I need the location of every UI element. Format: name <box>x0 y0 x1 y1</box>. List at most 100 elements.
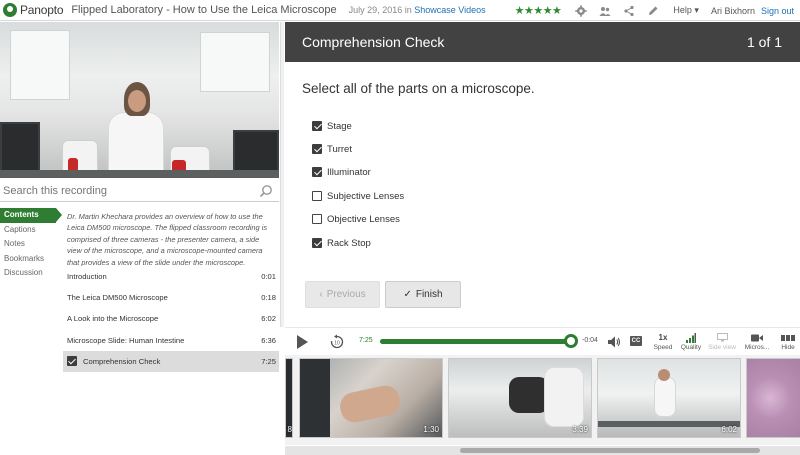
thumbnail[interactable]: 1:30 <box>299 358 443 438</box>
folder-link[interactable]: Showcase Videos <box>414 5 485 15</box>
quiz-option[interactable]: Objective Lenses <box>312 212 400 226</box>
toc-entry-time: 6:02 <box>261 314 276 324</box>
toc-entry-time: 0:01 <box>261 272 276 281</box>
toc-entry-title: Microscope Slide: Human Intestine <box>67 335 185 345</box>
header-actions: ★★★★★ Help ▾ Ari Bixhorn Sign out <box>515 0 794 21</box>
side-view-label: Side view <box>708 344 736 351</box>
monitor-icon <box>707 331 737 344</box>
thumbnail[interactable]: 3:39 <box>448 358 592 438</box>
thumbnail-duration: 6:02 <box>721 425 737 434</box>
presenter-image <box>658 369 670 381</box>
volume-icon[interactable] <box>607 335 621 349</box>
speed-value: 1x <box>658 333 668 342</box>
tab-discussion[interactable]: Discussion <box>0 266 62 281</box>
quality-control[interactable]: Quality <box>678 331 704 351</box>
eyepiece-image <box>509 377 549 413</box>
presenter-figure <box>108 112 164 174</box>
checkbox[interactable] <box>312 191 322 201</box>
toc-entry[interactable]: The Leica DM500 Microscope 0:18 <box>63 287 279 308</box>
pencil-icon[interactable] <box>646 4 660 18</box>
toc-entry[interactable]: Microscope Slide: Human Intestine 6:36 <box>63 330 279 351</box>
quiz-option[interactable]: Subjective Lenses <box>312 189 404 203</box>
quiz-option-label: Turret <box>327 143 352 155</box>
search-input[interactable] <box>0 180 250 202</box>
panopto-logo[interactable]: Panopto <box>0 0 64 21</box>
checkbox[interactable] <box>312 238 322 248</box>
quiz-question: Select all of the parts on a microscope. <box>302 81 535 96</box>
share-icon[interactable] <box>622 4 636 18</box>
progress-bar[interactable] <box>380 334 579 348</box>
checkbox-icon <box>67 355 77 366</box>
quiz-option[interactable]: Illuminator <box>312 165 371 179</box>
lab-coat-image <box>544 367 584 427</box>
signal-bars-icon <box>678 331 704 344</box>
presenter-video[interactable] <box>0 22 279 178</box>
checkbox[interactable] <box>312 167 322 177</box>
scrollbar-thumb[interactable] <box>460 448 760 453</box>
speed-control[interactable]: 1x Speed <box>651 331 675 351</box>
session-description: Dr. Martin Khechara provides an overview… <box>67 212 268 266</box>
toc-entry-selected[interactable]: Comprehension Check 7:25 <box>63 350 279 372</box>
checkbox[interactable] <box>312 144 322 154</box>
tab-bookmarks[interactable]: Bookmarks <box>0 252 62 267</box>
hand-image <box>337 383 403 425</box>
side-view-toggle[interactable]: Side view <box>707 331 737 351</box>
quiz-title: Comprehension Check <box>302 34 445 50</box>
toc-entry-time: 6:36 <box>261 335 276 345</box>
panopto-viewer: Panopto Flipped Laboratory - How to Use … <box>0 0 800 455</box>
panel-divider[interactable] <box>280 22 284 327</box>
quiz-option-label: Stage <box>327 120 352 132</box>
gear-icon[interactable] <box>574 4 588 18</box>
play-button[interactable] <box>297 335 308 349</box>
quiz-option[interactable]: Turret <box>312 142 352 156</box>
player-controls: 10 7:25 -0:04 CC 1x Speed Quality Side v… <box>285 327 800 355</box>
toc-entry[interactable]: Introduction 0:01 <box>63 266 279 287</box>
checkbox[interactable] <box>312 121 322 131</box>
toc-entry[interactable]: A Look into the Microscope 6:02 <box>63 308 279 329</box>
date-text: July 29, 2016 in <box>348 5 412 15</box>
hide-label: Hide <box>781 344 795 351</box>
quiz-page-count: 1 of 1 <box>746 34 782 50</box>
progress-handle[interactable] <box>564 334 579 348</box>
thumbnail[interactable]: 8 <box>285 358 293 438</box>
presenter-image <box>654 377 676 417</box>
users-icon[interactable] <box>598 4 612 18</box>
finish-button[interactable]: ✓ Finish <box>385 281 461 308</box>
remaining-time: -0:04 <box>582 337 598 344</box>
quiz-option-label: Illuminator <box>327 166 371 178</box>
video-camera-icon <box>741 331 773 344</box>
quiz-option-label: Rack Stop <box>327 237 371 249</box>
progress-fill <box>380 339 572 344</box>
tab-captions[interactable]: Captions <box>0 223 62 238</box>
thumbnail[interactable]: 6:02 <box>597 358 741 438</box>
signout-link[interactable]: Sign out <box>761 6 794 16</box>
thumbnail-duration: 1:30 <box>423 425 439 434</box>
toc-entry-time: 0:18 <box>261 293 276 303</box>
tab-notes[interactable]: Notes <box>0 237 62 252</box>
captions-icon[interactable]: CC <box>630 336 642 346</box>
microscope-view-toggle[interactable]: Micros... <box>741 331 773 351</box>
rewind-icon[interactable]: 10 <box>329 334 345 350</box>
user-name: Ari Bixhorn <box>710 5 755 16</box>
hide-thumbnails-toggle[interactable]: Hide <box>777 331 799 351</box>
quiz-option[interactable]: Rack Stop <box>312 236 371 250</box>
checkbox[interactable] <box>312 214 322 224</box>
search-box <box>0 180 279 202</box>
thumbnail-scrollbar[interactable] <box>285 446 800 455</box>
previous-button[interactable]: ‹ Previous <box>305 281 380 308</box>
sidebar-nav: Contents Captions Notes Bookmarks Discus… <box>0 208 62 281</box>
thumbnails-icon <box>777 331 799 344</box>
quiz-option[interactable]: Stage <box>312 119 352 133</box>
toc-entry-title: Comprehension Check <box>83 356 161 366</box>
lab-bench <box>598 421 740 427</box>
toc-entry-title: The Leica DM500 Microscope <box>67 293 168 303</box>
help-menu[interactable]: Help ▾ <box>673 5 699 16</box>
tab-contents[interactable]: Contents <box>0 208 62 223</box>
search-icon[interactable] <box>259 184 273 198</box>
current-time: 7:25 <box>359 337 373 344</box>
rating-stars[interactable]: ★★★★★ <box>515 4 562 17</box>
thumbnail[interactable] <box>746 358 800 438</box>
toc-entry-title: Introduction <box>67 272 107 281</box>
thumbnail-strip: 8 1:30 3:39 6:02 <box>285 355 800 445</box>
thumbnail-duration: 3:39 <box>572 425 588 434</box>
